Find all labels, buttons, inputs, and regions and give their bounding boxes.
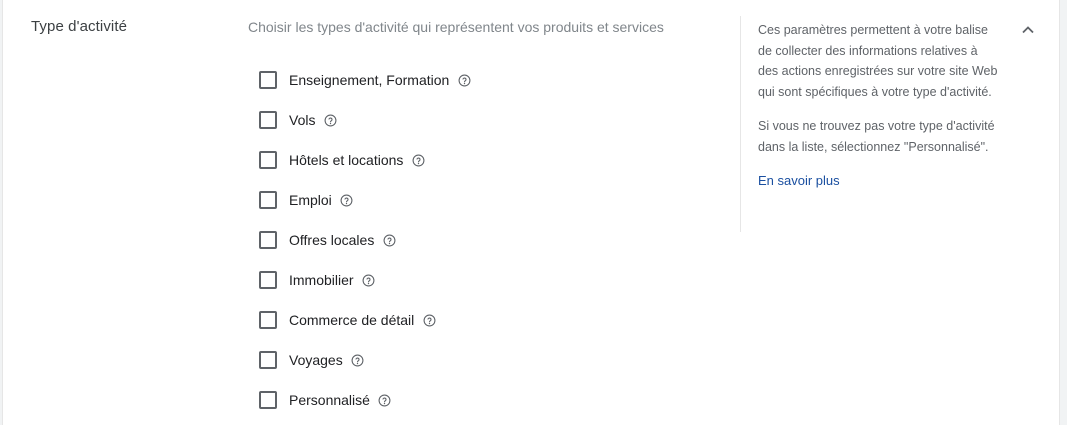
help-circle-icon[interactable] (362, 273, 376, 287)
help-circle-icon[interactable] (457, 73, 471, 87)
section-subtitle: Choisir les types d'activité qui représe… (248, 19, 664, 35)
option-enseignement-formation[interactable]: Enseignement, Formation (259, 60, 471, 100)
help-circle-icon[interactable] (411, 153, 425, 167)
checkbox[interactable] (259, 151, 277, 169)
option-offres-locales[interactable]: Offres locales (259, 220, 471, 260)
option-label: Emploi (289, 192, 332, 208)
option-label: Commerce de détail (289, 312, 415, 328)
option-vols[interactable]: Vols (259, 100, 471, 140)
checkbox[interactable] (259, 71, 277, 89)
checkbox[interactable] (259, 111, 277, 129)
option-emploi[interactable]: Emploi (259, 180, 471, 220)
option-immobilier[interactable]: Immobilier (259, 260, 471, 300)
option-label: Offres locales (289, 232, 375, 248)
help-circle-icon[interactable] (422, 313, 436, 327)
activity-type-options: Enseignement, Formation Vols Hôtels et l… (259, 60, 471, 420)
help-paragraph-1: Ces paramètres permettent à votre balise… (758, 23, 998, 99)
checkbox[interactable] (259, 311, 277, 329)
option-label: Hôtels et locations (289, 152, 404, 168)
help-circle-icon[interactable] (323, 113, 337, 127)
collapse-button[interactable] (1016, 19, 1040, 43)
checkbox[interactable] (259, 191, 277, 209)
option-label: Enseignement, Formation (289, 72, 450, 88)
help-circle-icon[interactable] (340, 193, 354, 207)
option-label: Immobilier (289, 272, 354, 288)
chevron-up-icon (1021, 22, 1035, 40)
checkbox[interactable] (259, 391, 277, 409)
checkbox[interactable] (259, 271, 277, 289)
help-paragraph-2: Si vous ne trouvez pas votre type d'acti… (758, 119, 995, 154)
help-circle-icon[interactable] (382, 233, 396, 247)
help-panel: Ces paramètres permettent à votre balise… (758, 20, 998, 192)
vertical-divider (740, 16, 741, 232)
option-personnalise[interactable]: Personnalisé (259, 380, 471, 420)
section-title: Type d'activité (31, 18, 128, 35)
checkbox[interactable] (259, 231, 277, 249)
checkbox[interactable] (259, 351, 277, 369)
activity-type-card: Type d'activité Choisir les types d'acti… (2, 0, 1060, 425)
option-hotels-et-locations[interactable]: Hôtels et locations (259, 140, 471, 180)
option-commerce-de-detail[interactable]: Commerce de détail (259, 300, 471, 340)
help-circle-icon[interactable] (378, 393, 392, 407)
option-voyages[interactable]: Voyages (259, 340, 471, 380)
help-circle-icon[interactable] (351, 353, 365, 367)
option-label: Voyages (289, 352, 343, 368)
option-label: Vols (289, 112, 316, 128)
option-label: Personnalisé (289, 392, 370, 408)
learn-more-link[interactable]: En savoir plus (758, 171, 840, 192)
